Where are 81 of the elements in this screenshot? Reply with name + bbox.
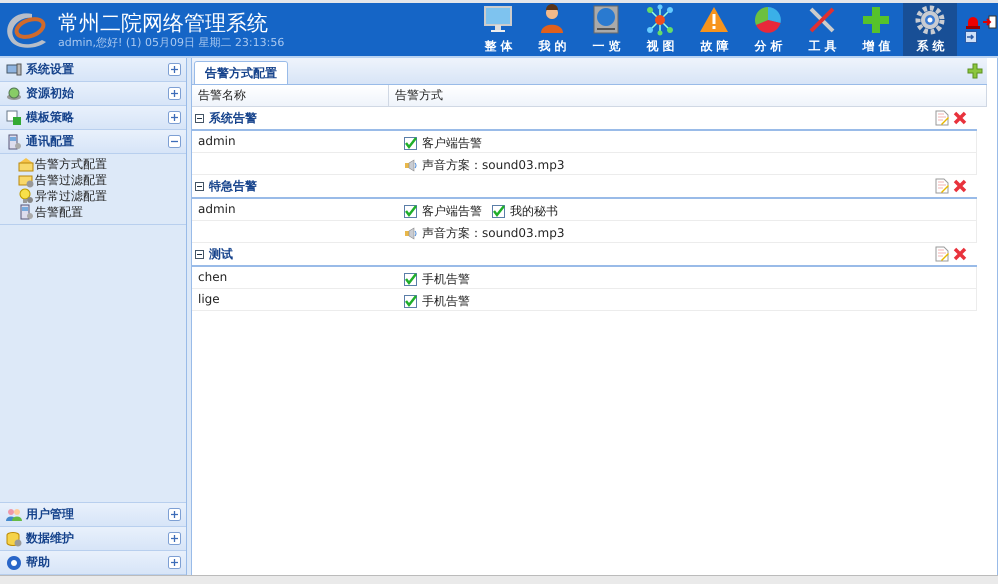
section-title: 用户管理 <box>26 506 75 523</box>
add-icon[interactable] <box>967 63 983 79</box>
sidebar-item[interactable]: 告警过滤配置 <box>18 172 186 188</box>
light-bulb-icon <box>18 188 34 204</box>
checkbox[interactable] <box>404 136 417 150</box>
nav-button[interactable]: 我的 <box>525 3 580 56</box>
sidebar-section-header[interactable]: 数据维护 <box>0 527 186 551</box>
sidebar-section-header[interactable]: 通讯配置 <box>0 130 186 154</box>
section-title: 系统设置 <box>26 61 75 78</box>
table-cell: admin <box>198 202 236 216</box>
method-label: 手机告警 <box>422 292 470 310</box>
phone-icon <box>18 204 34 220</box>
nav-button[interactable]: 故障 <box>687 3 742 56</box>
method-label: 手机告警 <box>422 270 470 288</box>
nav-button[interactable]: 系统 <box>903 3 958 56</box>
delete-icon[interactable] <box>953 247 967 261</box>
method-label: 客户端告警 <box>422 134 482 152</box>
edit-icon[interactable] <box>935 110 949 126</box>
delete-icon[interactable] <box>953 111 967 125</box>
sidebar-item[interactable]: 异常过滤配置 <box>18 188 186 204</box>
users-icon <box>6 506 22 522</box>
user-status: admin,您好! (1) 05月09日 星期二 23:13:56 <box>58 36 284 50</box>
method-label: 声音方案：sound03.mp3 <box>422 156 564 174</box>
section-title: 模板策略 <box>26 109 75 126</box>
login-icon[interactable] <box>965 31 978 43</box>
sidebar-section-header[interactable]: 帮助 <box>0 551 186 575</box>
tab[interactable]: 告警方式配置 <box>194 61 288 84</box>
column-header[interactable]: 告警名称 <box>192 85 389 106</box>
expand-icon[interactable] <box>168 87 181 100</box>
section-title: 帮助 <box>26 554 51 571</box>
gear-icon <box>914 4 946 36</box>
delete-icon[interactable] <box>953 179 967 193</box>
nav-button[interactable]: 视图 <box>633 3 688 56</box>
group-title: 系统告警 <box>209 110 258 126</box>
sidebar-section-header[interactable]: 模板策略 <box>0 106 186 130</box>
disc-icon <box>6 86 22 102</box>
edit-icon[interactable] <box>935 178 949 194</box>
method-label: 客户端告警 <box>422 202 482 220</box>
table-cell: admin <box>198 134 236 148</box>
checkbox[interactable] <box>492 204 505 218</box>
section-title: 通讯配置 <box>26 133 75 150</box>
nav-button[interactable]: 一览 <box>579 3 634 56</box>
checkbox[interactable] <box>404 272 417 286</box>
expand-icon[interactable] <box>168 508 181 521</box>
expand-icon[interactable] <box>168 63 181 76</box>
collapse-icon[interactable] <box>195 182 204 190</box>
checkbox[interactable] <box>404 204 417 218</box>
nav-button[interactable]: 工具 <box>795 3 850 56</box>
nav-button[interactable]: 增值 <box>849 3 904 56</box>
edit-icon[interactable] <box>935 246 949 262</box>
sidebar-section-header[interactable]: 系统设置 <box>0 58 186 82</box>
sidebar-section-header[interactable]: 资源初始 <box>0 82 186 106</box>
table-cell: chen <box>198 270 228 284</box>
speaker-icon <box>404 158 417 172</box>
method-label: 我的秘书 <box>510 202 558 220</box>
app-title: 常州二院网络管理系统 <box>58 10 269 36</box>
horizontal-scrollbar[interactable] <box>0 575 998 584</box>
nav-button[interactable]: 分析 <box>741 3 796 56</box>
collapse-icon[interactable] <box>195 114 204 122</box>
database-icon <box>6 530 22 546</box>
sidebar-item[interactable]: 告警配置 <box>18 204 186 220</box>
table-cell: lige <box>198 292 220 306</box>
speaker-icon <box>404 226 417 240</box>
expand-icon[interactable] <box>168 556 181 569</box>
sidebar-section-header[interactable]: 用户管理 <box>0 503 186 527</box>
section-title: 资源初始 <box>26 85 75 102</box>
expand-icon[interactable] <box>168 111 181 124</box>
phone-icon <box>6 134 22 150</box>
group-title: 特急告警 <box>209 178 258 194</box>
nav-button[interactable]: 整体 <box>471 3 526 56</box>
group-title: 测试 <box>209 246 234 262</box>
method-label: 声音方案：sound03.mp3 <box>422 224 564 242</box>
expand-icon[interactable] <box>168 532 181 545</box>
checkbox[interactable] <box>404 294 417 308</box>
collapse-icon[interactable] <box>195 250 204 258</box>
column-header[interactable]: 告警方式 <box>389 85 987 106</box>
computer-icon <box>6 62 22 78</box>
sidebar-item[interactable]: 告警方式配置 <box>18 156 186 172</box>
section-title: 数据维护 <box>26 530 75 547</box>
exit-icon[interactable] <box>983 15 998 29</box>
template-icon <box>6 110 22 126</box>
